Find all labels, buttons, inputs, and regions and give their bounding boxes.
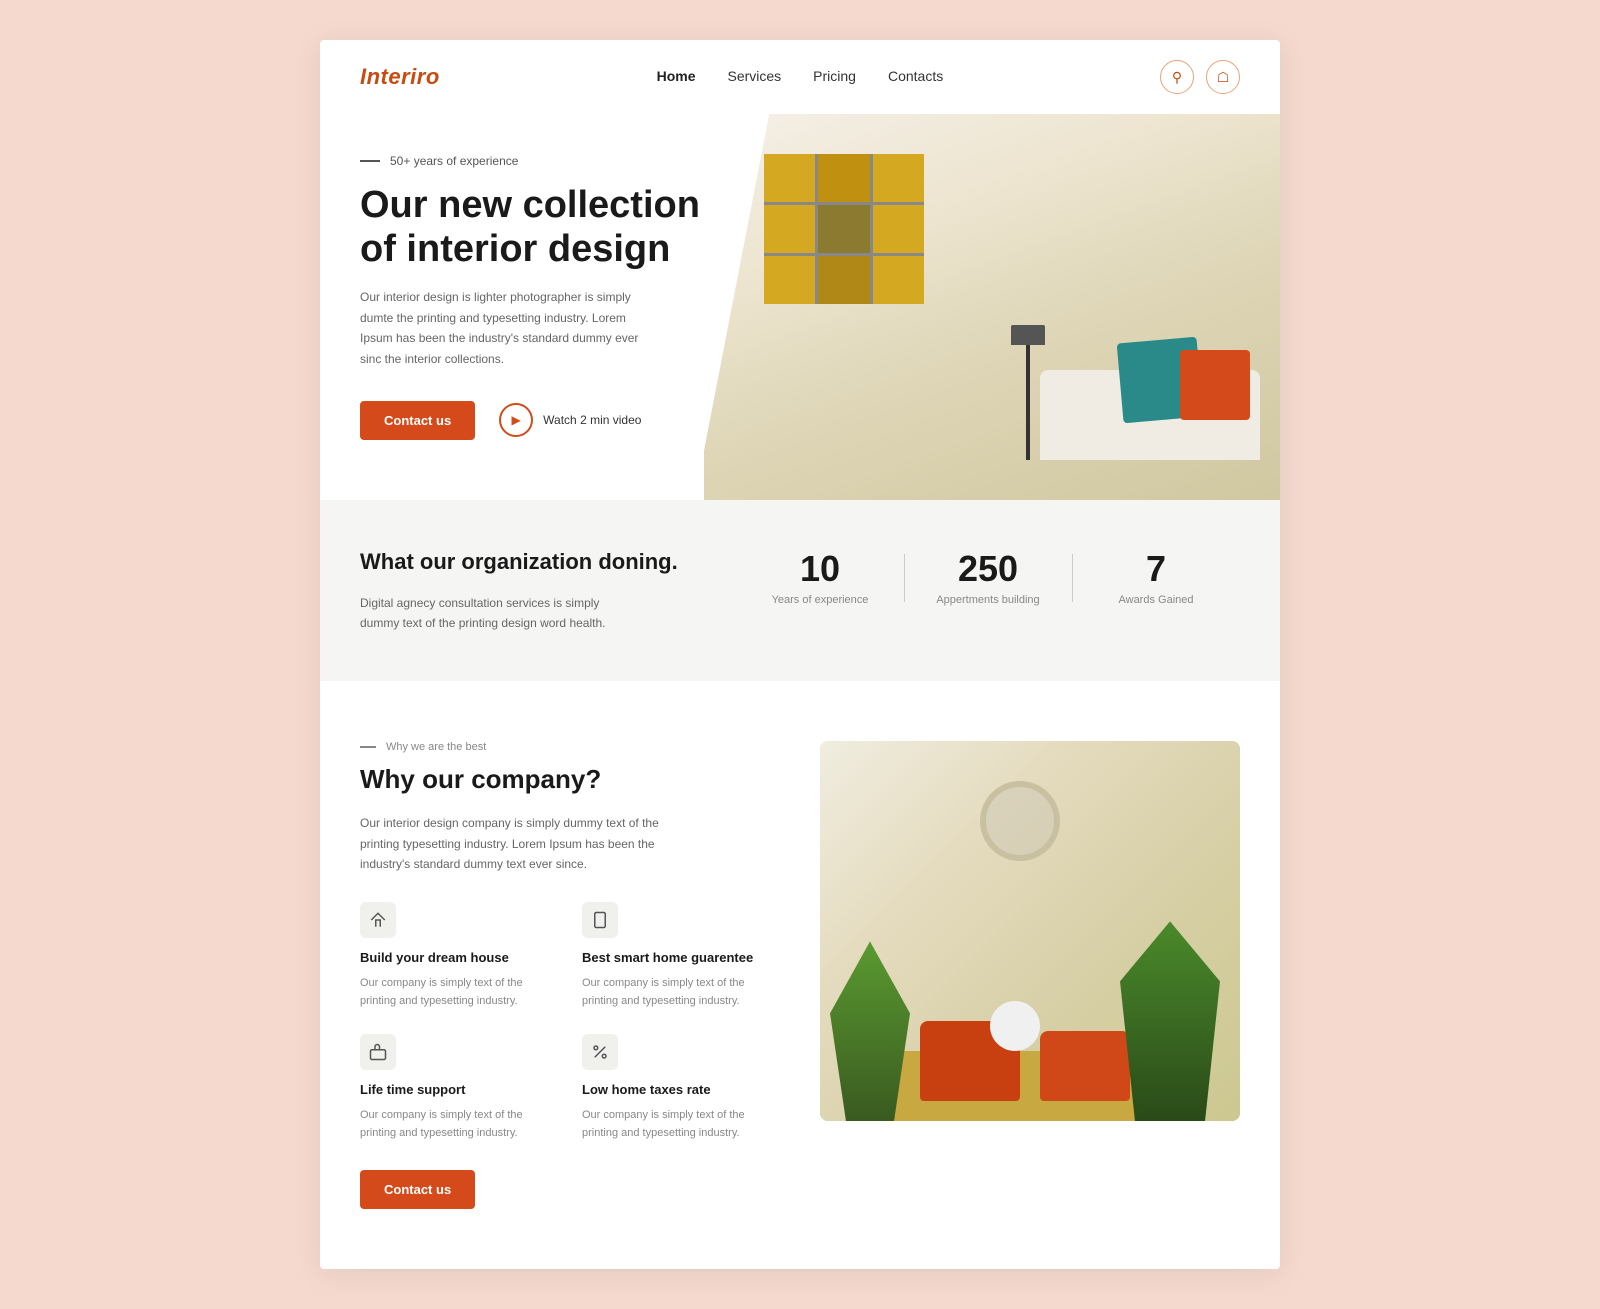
hero-section: 50+ years of experience Our new collecti… <box>320 114 1280 500</box>
nav-item-services[interactable]: Services <box>727 68 781 86</box>
watch-button[interactable]: ▶ Watch 2 min video <box>499 403 641 437</box>
plant-right <box>1120 921 1220 1121</box>
why-section: Why we are the best Why our company? Our… <box>320 681 1280 1269</box>
stats-numbers: 10 Years of experience 250 Appertments b… <box>736 548 1240 608</box>
low-taxes-icon <box>582 1034 618 1070</box>
play-icon: ▶ <box>499 403 533 437</box>
art-cell-7 <box>764 256 815 304</box>
nav-item-contacts[interactable]: Contacts <box>888 68 943 86</box>
orange-chair-right <box>1040 1031 1130 1101</box>
logo: Interiro <box>360 64 440 90</box>
art-cell-5 <box>818 205 869 253</box>
plant-left <box>830 941 910 1121</box>
user-icon: ☖ <box>1217 69 1230 86</box>
stats-section: What our organization doning. Digital ag… <box>320 500 1280 681</box>
user-button[interactable]: ☖ <box>1206 60 1240 94</box>
nav-links: Home Services Pricing Contacts <box>657 68 944 86</box>
stats-left: What our organization doning. Digital ag… <box>360 548 736 633</box>
stat-years-number: 10 <box>736 548 904 590</box>
feature-smart-home: Best smart home guarentee Our company is… <box>582 902 780 1010</box>
stat-apartments: 250 Appertments building <box>904 548 1072 608</box>
nav-icons: ⚲ ☖ <box>1160 60 1240 94</box>
art-cell-4 <box>764 205 815 253</box>
room-art <box>764 154 924 304</box>
feature-low-taxes-desc: Our company is simply text of the printi… <box>582 1107 780 1142</box>
art-cell-1 <box>764 154 815 202</box>
art-cell-3 <box>873 154 924 202</box>
page-wrapper: Interiro Home Services Pricing Contacts … <box>320 40 1280 1269</box>
nav-item-pricing[interactable]: Pricing <box>813 68 856 86</box>
stat-awards: 7 Awards Gained <box>1072 548 1240 608</box>
why-description: Our interior design company is simply du… <box>360 813 660 874</box>
feature-dream-house-desc: Our company is simply text of the printi… <box>360 975 558 1010</box>
round-mirror <box>980 781 1060 861</box>
stat-years-label: Years of experience <box>772 594 869 606</box>
feature-lifetime-support-desc: Our company is simply text of the printi… <box>360 1107 558 1142</box>
nav-link-home[interactable]: Home <box>657 68 696 84</box>
art-cell-9 <box>873 256 924 304</box>
why-title: Why our company? <box>360 763 780 797</box>
hero-description: Our interior design is lighter photograp… <box>360 287 650 369</box>
lamp-stand <box>1026 340 1030 460</box>
room-background <box>704 114 1280 500</box>
stat-apartments-label: Appertments building <box>936 594 1039 606</box>
art-cell-2 <box>818 154 869 202</box>
stats-title: What our organization doning. <box>360 548 696 577</box>
feature-dream-house: Build your dream house Our company is si… <box>360 902 558 1010</box>
features-grid: Build your dream house Our company is si… <box>360 902 780 1142</box>
section-tag-dash <box>360 746 376 748</box>
feature-smart-home-desc: Our company is simply text of the printi… <box>582 975 780 1010</box>
tagline: 50+ years of experience <box>360 154 779 168</box>
feature-lifetime-support: Life time support Our company is simply … <box>360 1034 558 1142</box>
lamp-shade <box>1011 325 1045 345</box>
why-right <box>820 741 1240 1209</box>
interior-scene <box>820 741 1240 1121</box>
smart-home-icon <box>582 902 618 938</box>
nav-link-contacts[interactable]: Contacts <box>888 68 943 84</box>
stat-years: 10 Years of experience <box>736 548 904 608</box>
why-cta: Contact us <box>360 1170 780 1209</box>
art-cell-6 <box>873 205 924 253</box>
nav-item-home[interactable]: Home <box>657 68 696 86</box>
feature-low-taxes: Low home taxes rate Our company is simpl… <box>582 1034 780 1142</box>
nav-link-pricing[interactable]: Pricing <box>813 68 856 84</box>
hero-title: Our new collection of interior design <box>360 184 700 271</box>
section-tag: Why we are the best <box>360 741 780 753</box>
stat-apartments-number: 250 <box>904 548 1072 590</box>
watch-label: Watch 2 min video <box>543 413 641 427</box>
stat-awards-number: 7 <box>1072 548 1240 590</box>
white-decorative-ball <box>990 1001 1040 1051</box>
why-image <box>820 741 1240 1121</box>
feature-low-taxes-name: Low home taxes rate <box>582 1082 780 1099</box>
lifetime-support-icon <box>360 1034 396 1070</box>
feature-lifetime-support-name: Life time support <box>360 1082 558 1099</box>
art-cell-8 <box>818 256 869 304</box>
dream-house-icon <box>360 902 396 938</box>
why-contact-button[interactable]: Contact us <box>360 1170 475 1209</box>
section-tag-text: Why we are the best <box>386 741 486 753</box>
contact-button[interactable]: Contact us <box>360 401 475 440</box>
search-button[interactable]: ⚲ <box>1160 60 1194 94</box>
why-left: Why we are the best Why our company? Our… <box>360 741 780 1209</box>
navbar: Interiro Home Services Pricing Contacts … <box>320 40 1280 114</box>
sofa <box>1040 370 1260 460</box>
stats-description: Digital agnecy consultation services is … <box>360 593 620 634</box>
orange-cushion <box>1180 350 1250 420</box>
feature-dream-house-name: Build your dream house <box>360 950 558 967</box>
stat-awards-label: Awards Gained <box>1118 594 1193 606</box>
hero-image <box>704 114 1280 500</box>
tagline-dash <box>360 160 380 162</box>
search-icon: ⚲ <box>1172 69 1182 86</box>
tagline-text: 50+ years of experience <box>390 154 518 168</box>
feature-smart-home-name: Best smart home guarentee <box>582 950 780 967</box>
nav-link-services[interactable]: Services <box>727 68 781 84</box>
